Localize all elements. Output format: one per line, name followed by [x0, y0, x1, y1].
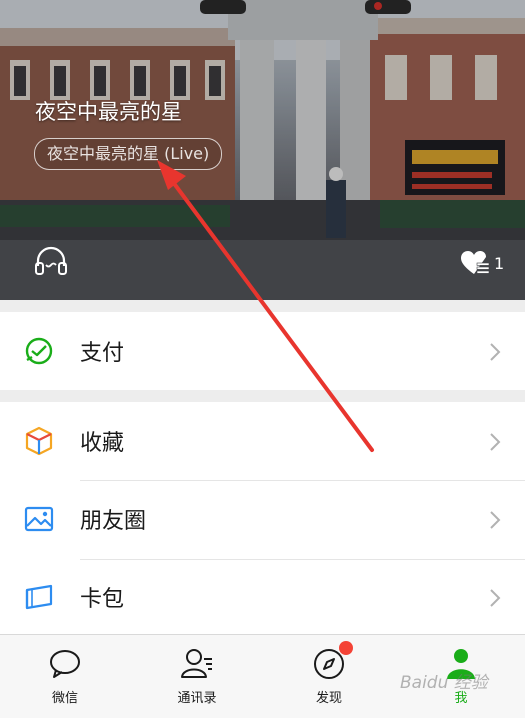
menu-item-moments[interactable]: 朋友圈	[0, 480, 525, 558]
menu-item-cards[interactable]: 卡包	[0, 558, 525, 636]
features-section: 收藏 朋友圈 卡包	[0, 402, 525, 636]
tab-label: 微信	[51, 691, 78, 706]
tab-chats[interactable]: 微信	[15, 635, 115, 718]
menu-item-label: 收藏	[80, 431, 125, 456]
contacts-icon	[181, 649, 212, 678]
menu-item-favorites[interactable]: 收藏	[0, 402, 525, 480]
cube-icon	[25, 426, 53, 456]
wallet-check-icon	[25, 337, 53, 365]
headphones-icon[interactable]	[34, 246, 68, 276]
image-icon	[24, 506, 54, 532]
menu-item-label: 支付	[80, 341, 125, 366]
song-status-pill[interactable]: 夜空中最亮的星 (Live)	[34, 138, 223, 170]
pay-section: 支付	[0, 312, 525, 390]
chevron-right-icon	[490, 433, 501, 451]
notification-dot	[339, 641, 353, 655]
chevron-right-icon	[490, 589, 501, 607]
chevron-right-icon	[490, 511, 501, 529]
card-wallet-icon	[25, 584, 53, 610]
profile-cover[interactable]: 夜空中最亮的星 夜空中最亮的星 (Live) 1	[0, 0, 525, 300]
watermark: Baidu 经验	[400, 673, 488, 693]
tab-label: 通讯录	[177, 691, 217, 706]
tab-discover[interactable]: 发现	[279, 635, 379, 718]
like-count: 1	[494, 253, 505, 273]
menu-item-label: 卡包	[80, 587, 125, 612]
music-title: 夜空中最亮的星	[35, 100, 182, 124]
chevron-right-icon	[490, 343, 501, 361]
like-button[interactable]: 1	[460, 250, 504, 276]
menu-item-label: 朋友圈	[80, 509, 147, 534]
menu-item-pay[interactable]: 支付	[0, 312, 525, 390]
chat-bubble-icon	[50, 650, 80, 678]
tab-label: 发现	[315, 691, 342, 706]
heart-list-icon	[461, 251, 490, 274]
tab-contacts[interactable]: 通讯录	[147, 635, 247, 718]
